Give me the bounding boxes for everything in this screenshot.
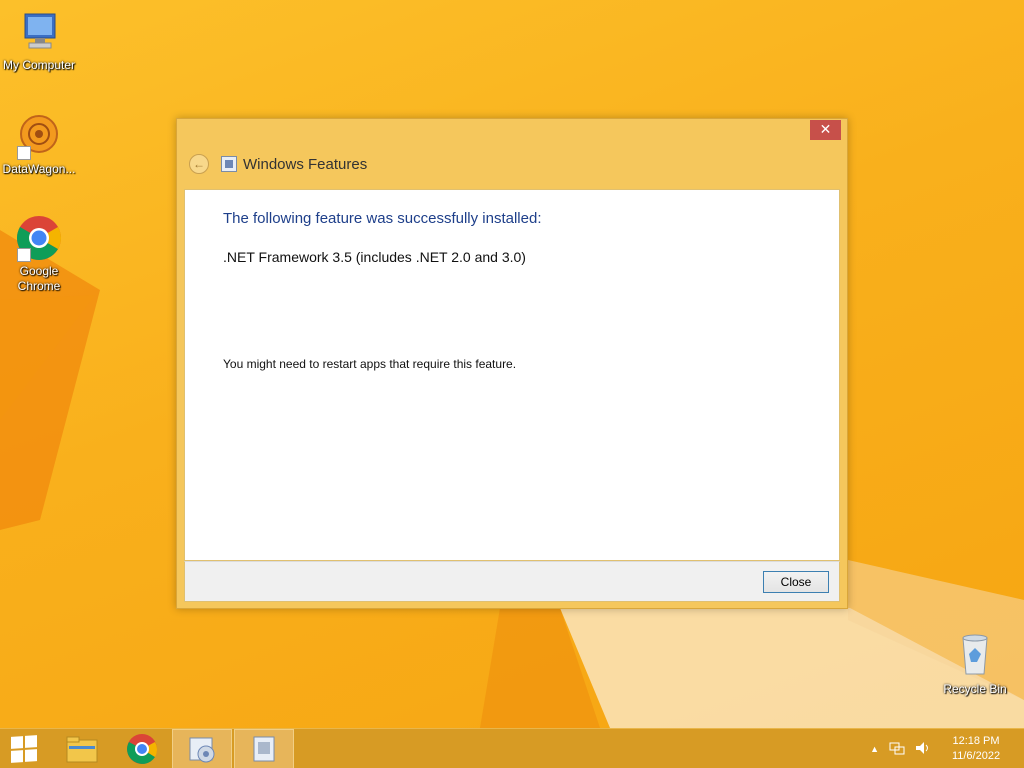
file-explorer-icon xyxy=(66,736,98,762)
installed-feature-name: .NET Framework 3.5 (includes .NET 2.0 an… xyxy=(223,249,526,265)
system-tray: ▲ 12:18 PM 11/6/2022 xyxy=(865,729,1024,768)
desktop-icon-label: My Computer xyxy=(2,58,76,72)
datawagon-icon xyxy=(15,112,63,160)
close-button[interactable]: Close xyxy=(763,571,829,593)
desktop-icon-recycle-bin[interactable]: Recycle Bin xyxy=(936,632,1014,697)
computer-icon xyxy=(15,8,63,56)
desktop-icon-my-computer[interactable]: My Computer xyxy=(0,8,78,73)
start-button[interactable] xyxy=(0,729,48,768)
desktop-icon-label: DataWagon... xyxy=(2,162,76,176)
desktop-icon-label: Google Chrome xyxy=(17,264,61,293)
taskbar: ▲ 12:18 PM 11/6/2022 xyxy=(0,728,1024,768)
network-icon[interactable] xyxy=(889,741,905,758)
taskbar-file-explorer[interactable] xyxy=(52,729,112,768)
optional-features-icon xyxy=(189,737,215,762)
back-button[interactable]: ← xyxy=(189,154,209,174)
dialog-title: Windows Features xyxy=(243,155,368,173)
windows-features-icon xyxy=(221,156,237,172)
dialog-content: The following feature was successfully i… xyxy=(184,189,840,561)
chrome-icon xyxy=(127,733,158,764)
back-arrow-icon: ← xyxy=(193,157,205,171)
show-hidden-icons-button[interactable]: ▲ xyxy=(870,744,879,754)
windows-features-dialog: ✕ ← Windows Features The following featu… xyxy=(176,118,848,609)
taskbar-optional-features[interactable] xyxy=(172,728,232,768)
success-heading: The following feature was successfully i… xyxy=(223,210,542,227)
clock-date: 11/6/2022 xyxy=(951,750,1001,762)
chrome-icon xyxy=(15,214,63,262)
shortcut-arrow-icon xyxy=(17,248,31,262)
dialog-footer: Close xyxy=(184,561,840,602)
windows-features-icon xyxy=(253,736,275,761)
recycle-bin-icon xyxy=(951,632,999,680)
clock[interactable]: 12:18 PM 11/6/2022 xyxy=(936,734,1016,764)
taskbar-windows-features[interactable] xyxy=(234,728,294,768)
desktop-icon-chrome[interactable]: Google Chrome xyxy=(0,214,78,294)
start-icon xyxy=(11,734,37,763)
desktop-icon-datawagon[interactable]: DataWagon... xyxy=(0,112,78,177)
taskbar-chrome[interactable] xyxy=(112,729,172,768)
clock-time: 12:18 PM xyxy=(952,735,1000,747)
window-close-button[interactable]: ✕ xyxy=(810,120,841,140)
shortcut-arrow-icon xyxy=(17,146,31,160)
dialog-header: ← Windows Features xyxy=(177,141,847,187)
desktop-icon-label: Recycle Bin xyxy=(943,682,1007,696)
volume-icon[interactable] xyxy=(915,741,931,758)
restart-note: You might need to restart apps that requ… xyxy=(223,357,517,371)
